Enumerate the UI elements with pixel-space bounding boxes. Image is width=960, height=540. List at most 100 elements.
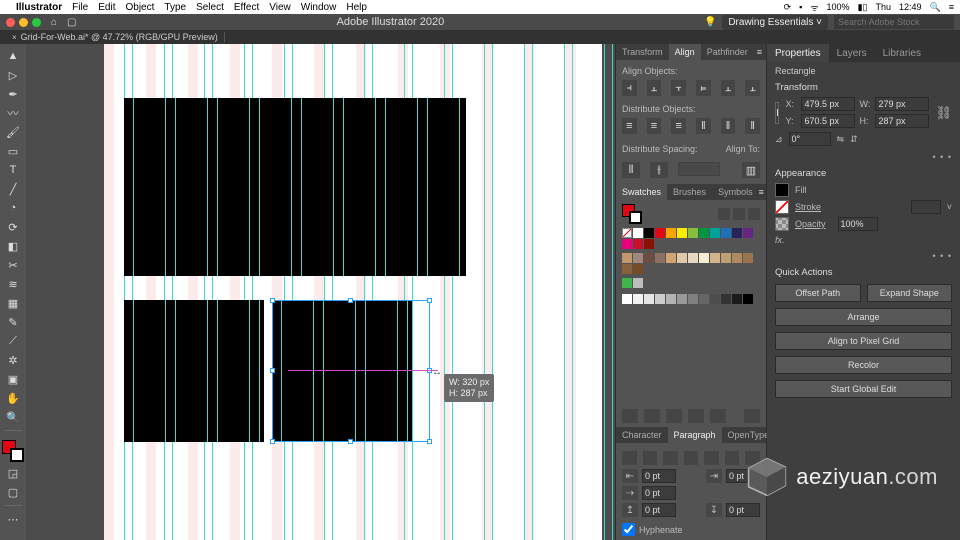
home-icon[interactable]: ⌂	[47, 15, 61, 29]
space-before-input[interactable]	[642, 503, 676, 517]
swatch-color[interactable]	[743, 294, 753, 304]
para-justify-center-icon[interactable]	[704, 451, 719, 465]
swatch-color[interactable]	[710, 228, 720, 238]
swatch-color[interactable]	[644, 239, 654, 249]
swatch-color[interactable]	[622, 253, 632, 263]
para-align-left-icon[interactable]	[622, 451, 637, 465]
para-align-center-icon[interactable]	[643, 451, 658, 465]
type-icon[interactable]	[688, 409, 704, 423]
stroke-label[interactable]: Stroke	[795, 202, 821, 212]
flip-h-icon[interactable]: ⇋	[837, 134, 845, 145]
distribute-bottom-icon[interactable]: ≡	[671, 118, 686, 134]
artboard[interactable]: W: 320 px H: 287 px ↔	[104, 44, 602, 540]
type-icon[interactable]	[644, 409, 660, 423]
curvature-tool[interactable]: 〰	[3, 105, 23, 121]
type-tool[interactable]: T	[3, 162, 23, 178]
lightbulb-icon[interactable]: 💡	[704, 17, 716, 28]
swatch-color[interactable]	[677, 228, 687, 238]
para-justify-left-icon[interactable]	[684, 451, 699, 465]
distribute-hcenter-icon[interactable]: ‖	[721, 118, 736, 134]
more-options-icon[interactable]: • • •	[775, 251, 952, 261]
swatch-color[interactable]	[688, 253, 698, 263]
swatch-view-icon[interactable]	[733, 208, 745, 220]
swatch-color[interactable]	[666, 253, 676, 263]
swatch-color[interactable]	[655, 228, 665, 238]
align-to-selector[interactable]: ▥	[742, 162, 760, 178]
menu-type[interactable]: Type	[164, 2, 186, 13]
window-controls[interactable]	[6, 18, 41, 27]
swatch-color[interactable]	[677, 253, 687, 263]
swatch-color[interactable]	[622, 239, 632, 249]
line-tool[interactable]: ╱	[3, 181, 23, 197]
fill-stroke-swatch[interactable]	[2, 440, 24, 462]
swatch-color[interactable]	[655, 253, 665, 263]
para-align-right-icon[interactable]	[663, 451, 678, 465]
tab-swatches[interactable]: Swatches	[616, 184, 667, 200]
close-tab-icon[interactable]: ×	[12, 33, 17, 42]
distribute-vspace-icon[interactable]: ⫴	[622, 162, 640, 178]
eyedropper-tool[interactable]: ⟋	[3, 333, 23, 349]
tab-transform[interactable]: Transform	[616, 44, 669, 60]
tab-align[interactable]: Align	[669, 44, 701, 60]
expand-shape-button[interactable]: Expand Shape	[867, 284, 953, 302]
artboard-tool[interactable]: ▣	[3, 371, 23, 387]
tab-character[interactable]: Character	[616, 427, 668, 443]
eraser-tool[interactable]: ◧	[3, 238, 23, 254]
shape-builder-tool[interactable]: ◔	[3, 200, 23, 216]
indent-left-input[interactable]	[642, 469, 676, 483]
stroke-swatch[interactable]	[775, 200, 789, 214]
tab-symbols[interactable]: Symbols	[712, 184, 759, 200]
direct-selection-tool[interactable]: ▷	[3, 67, 23, 83]
swatch-color[interactable]	[721, 294, 731, 304]
align-pixel-grid-button[interactable]: Align to Pixel Grid	[775, 332, 952, 350]
stroke-swatch[interactable]	[10, 448, 24, 462]
align-left-icon[interactable]: ⫞	[622, 80, 637, 96]
workspace-selector[interactable]: Drawing Essentials ˅	[722, 15, 828, 30]
swatch-color[interactable]	[699, 294, 709, 304]
swatch-color[interactable]	[710, 294, 720, 304]
align-hcenter-icon[interactable]: ⫠	[647, 80, 662, 96]
paintbrush-tool[interactable]: 🖌	[3, 124, 23, 140]
swatch-color[interactable]	[633, 239, 643, 249]
distribute-right-icon[interactable]: ‖	[745, 118, 760, 134]
align-bottom-icon[interactable]: ⫠	[745, 80, 760, 96]
swatch-color[interactable]	[622, 294, 632, 304]
fill-swatch[interactable]	[775, 183, 789, 197]
distribute-vcenter-icon[interactable]: ≡	[647, 118, 662, 134]
fx-label[interactable]: fx.	[775, 235, 952, 245]
swatch-color[interactable]	[732, 228, 742, 238]
swatch-color[interactable]	[732, 253, 742, 263]
flip-v-icon[interactable]: ⇵	[850, 134, 858, 145]
tab-pathfinder[interactable]: Pathfinder	[701, 44, 754, 60]
stroke-swatch-icon[interactable]	[629, 211, 642, 224]
h-input[interactable]	[875, 114, 929, 128]
symbol-sprayer-tool[interactable]: ✲	[3, 352, 23, 368]
recolor-button[interactable]: Recolor	[775, 356, 952, 374]
swatch-color[interactable]	[666, 228, 676, 238]
swatch-color[interactable]	[633, 228, 643, 238]
search-input[interactable]	[834, 15, 954, 29]
edit-toolbar-icon[interactable]: ⋯	[3, 511, 23, 527]
black-rectangle-large[interactable]	[124, 98, 466, 276]
first-line-indent-input[interactable]	[642, 486, 676, 500]
search-icon[interactable]: 🔍	[930, 2, 941, 13]
start-global-edit-button[interactable]: Start Global Edit	[775, 380, 952, 398]
close-window-icon[interactable]	[6, 18, 15, 27]
swatch-color[interactable]	[688, 294, 698, 304]
rotate-input[interactable]	[789, 132, 831, 146]
type-icon[interactable]	[744, 409, 760, 423]
tab-paragraph[interactable]: Paragraph	[668, 427, 722, 443]
minimize-window-icon[interactable]	[19, 18, 28, 27]
distribute-top-icon[interactable]: ≡	[622, 118, 637, 134]
swatch-color[interactable]	[644, 253, 654, 263]
hand-tool[interactable]: ✋	[3, 390, 23, 406]
swatch-color[interactable]	[710, 253, 720, 263]
menu-view[interactable]: View	[269, 2, 291, 13]
swatch-color[interactable]	[622, 264, 632, 274]
tab-brushes[interactable]: Brushes	[667, 184, 712, 200]
draw-mode[interactable]: ◲	[3, 465, 23, 481]
document-tab[interactable]: × Grid-For-Web.ai* @ 47.72% (RGB/GPU Pre…	[6, 32, 225, 42]
align-right-icon[interactable]: ⫟	[671, 80, 686, 96]
menu-file[interactable]: File	[72, 2, 88, 13]
selection-outline[interactable]	[272, 300, 430, 442]
